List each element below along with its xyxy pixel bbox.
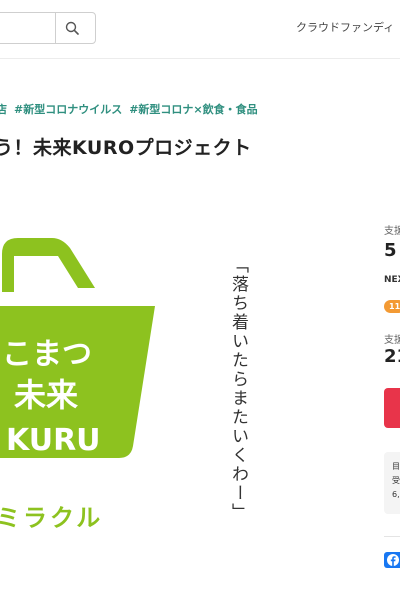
logo-line-2: 未来: [14, 376, 78, 414]
search-input[interactable]: [0, 12, 96, 44]
facebook-share-button[interactable]: [384, 552, 400, 568]
site-header: クラウドファンディ: [0, 0, 400, 59]
tag-fragment[interactable]: 店: [0, 103, 7, 116]
support-amount-label: 支援: [384, 226, 400, 237]
info-line-3: 6,: [392, 490, 400, 499]
supporters-label: 支援: [384, 335, 400, 346]
remaining-badge: 11: [384, 294, 400, 313]
vertical-quote: 「落ち着いたらまたいくわー」: [228, 256, 249, 522]
search-icon: [65, 21, 79, 35]
logo-line-1: こまつ: [2, 337, 92, 372]
bag-logo-illustration: こまつ 未来 KURU ミラクル 「落ち着いたらまたいくわー」: [0, 238, 249, 532]
search-button[interactable]: [55, 13, 88, 43]
tag-covid-food[interactable]: #新型コロナ×飲食・食品: [129, 103, 257, 116]
nav-crowdfunding-link[interactable]: クラウドファンディ: [296, 19, 394, 35]
info-line-2: 受: [392, 476, 400, 485]
support-project-button[interactable]: [384, 388, 400, 428]
info-line-1: 目: [392, 462, 400, 471]
sidebar-divider: [384, 536, 400, 537]
support-amount-value: 5: [384, 240, 397, 261]
tag-covid[interactable]: #新型コロナウイルス: [14, 103, 122, 116]
supporters-value: 21: [384, 346, 400, 367]
next-goal-label: NEX: [384, 275, 400, 285]
facebook-icon: [387, 554, 399, 566]
project-title: う！未来KUROプロジェクト: [0, 137, 252, 159]
logo-subline: ミラクル: [0, 504, 103, 532]
project-info-card: 目 受 6,: [384, 452, 400, 514]
logo-line-3: KURU: [6, 423, 101, 458]
project-tags: 店 #新型コロナウイルス #新型コロナ×飲食・食品: [0, 101, 265, 117]
project-main-image[interactable]: こまつ 未来 KURU ミラクル 「落ち着いたらまたいくわー」: [0, 214, 348, 586]
